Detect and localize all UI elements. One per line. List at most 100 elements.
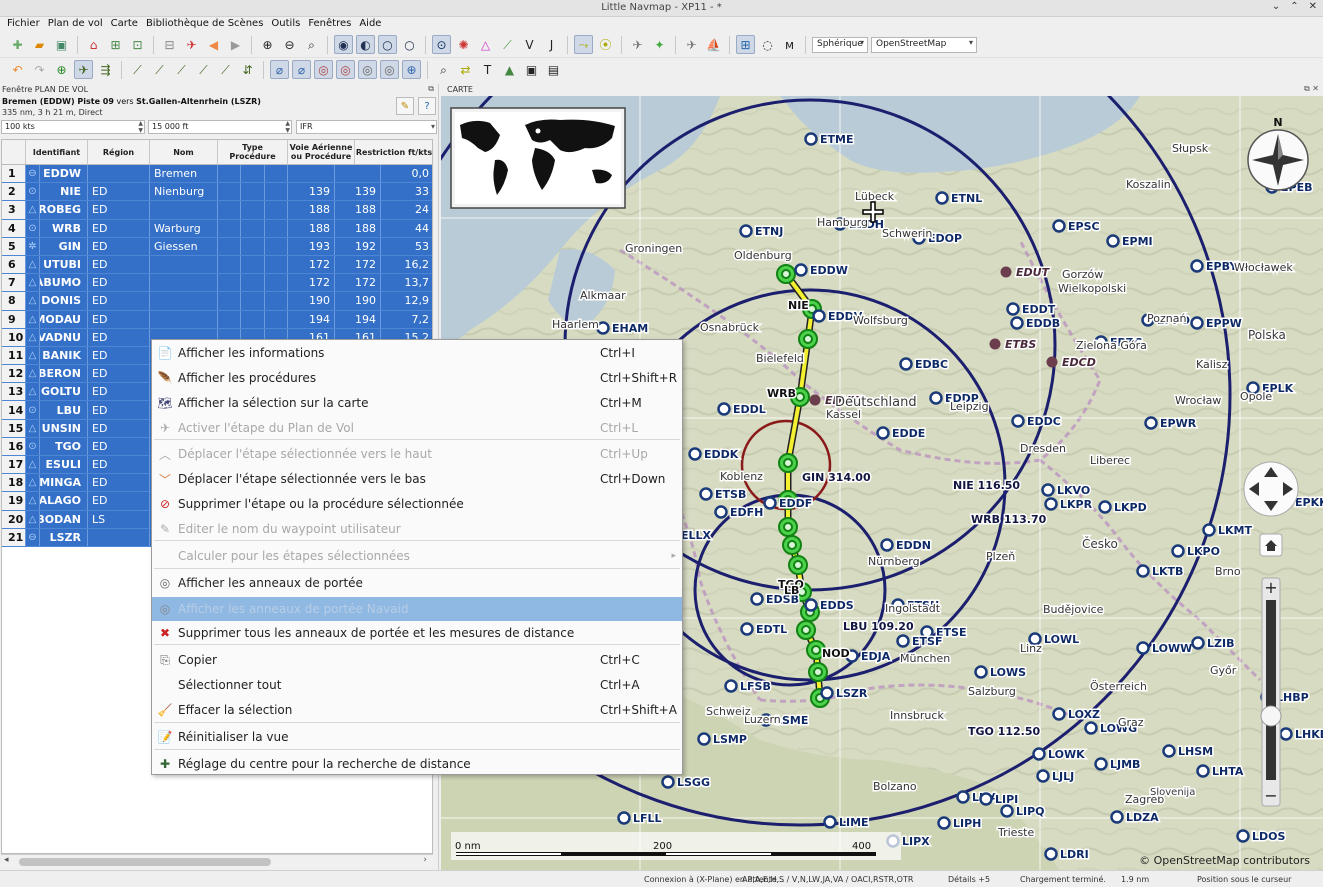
show-terrain-icon[interactable]: ᴍ (780, 35, 799, 54)
airport-label[interactable]: LFLL (632, 811, 664, 827)
airport-label[interactable]: LIPI (994, 792, 1020, 808)
scroll-thumb[interactable] (19, 858, 271, 866)
navaid-label[interactable]: TGO 112.50 (967, 724, 1043, 740)
show-jet-icon[interactable]: △ (476, 35, 495, 54)
airport-label[interactable]: EDDS (819, 598, 856, 614)
menu-fichier[interactable]: Fichier (4, 17, 43, 33)
calc-direct-icon[interactable]: ⟋ (216, 60, 235, 79)
airport-marker[interactable] (937, 816, 951, 830)
scroll-right-icon[interactable]: › (423, 855, 427, 865)
show-j-airways-icon[interactable]: J (542, 35, 561, 54)
maximize-icon[interactable]: ⌃ (1290, 1, 1298, 12)
airport-label[interactable]: LIPX (901, 834, 932, 850)
airport-icon[interactable] (1106, 234, 1120, 248)
horizontal-scrollbar[interactable]: ◂ › (1, 854, 433, 868)
airport-label[interactable]: EPWR (1159, 416, 1199, 432)
airport-icon[interactable] (740, 622, 754, 636)
airport-marker[interactable] (1044, 497, 1058, 511)
airport-label[interactable]: LJMB (1109, 757, 1142, 773)
airport-icon[interactable] (794, 263, 808, 277)
airport-icon[interactable] (820, 686, 834, 700)
airport-marker[interactable] (896, 634, 910, 648)
menu-outils[interactable]: Outils (268, 17, 303, 33)
airport-icon[interactable] (1006, 302, 1020, 316)
airport-marker[interactable] (1136, 641, 1150, 655)
airport-label[interactable]: ETSF (911, 634, 944, 650)
zoom-plan-icon[interactable]: ⊞ (106, 35, 125, 54)
context-menu-item[interactable]: 🗺 Afficher la sélection sur la carte Ctrl+… (152, 391, 682, 415)
airport-label[interactable]: LOWS (989, 665, 1028, 681)
traffic-pattern-icon[interactable]: ◎ (358, 60, 377, 79)
airport-marker[interactable] (714, 505, 728, 519)
airport-icon[interactable] (1202, 523, 1216, 537)
help-icon[interactable]: ? (418, 97, 436, 115)
airport-label[interactable]: LIME (838, 815, 871, 831)
airport-label[interactable]: ETNL (950, 191, 984, 207)
airport-label[interactable]: LKVO (1056, 483, 1092, 499)
airport-label[interactable]: EDDC (1026, 414, 1063, 430)
airport-marker[interactable] (699, 487, 713, 501)
menu-fenetres[interactable]: Fenêtres (305, 17, 354, 33)
airport-marker[interactable] (1000, 804, 1014, 818)
airport-marker[interactable] (956, 790, 970, 804)
airport-label[interactable]: EDOP (927, 231, 964, 247)
airport-marker[interactable] (724, 679, 738, 693)
userpoint-icon[interactable]: ⊕ (402, 60, 421, 79)
forward-icon[interactable]: ▶ (226, 35, 245, 54)
context-menu-item[interactable]: 🧹 Effacer la sélection Ctrl+Shift+A (152, 698, 682, 722)
table-row[interactable]: 1 ⊖ EDDW Bremen 0,0 (2, 165, 432, 184)
airport-label[interactable]: LSZR (835, 686, 870, 702)
context-menu-item[interactable]: ◎ Afficher les anneaux de portée Navaid (152, 597, 682, 621)
airport-label[interactable]: EDDL (732, 402, 768, 418)
airport-label[interactable]: LHKE (1294, 727, 1323, 743)
restricted-airport-icon[interactable] (809, 394, 821, 406)
context-menu-item[interactable]: 📝 Réinitialiser la vue (152, 725, 682, 749)
center-aircraft-icon[interactable]: ⊟ (160, 35, 179, 54)
context-menu-item[interactable]: ⊘ Supprimer l'étape ou la procédure sélec… (152, 492, 682, 516)
airport-label[interactable]: EDDF (778, 496, 814, 512)
airport-marker[interactable] (697, 732, 711, 746)
airport-icon[interactable] (1191, 636, 1205, 650)
airport-label[interactable]: EDTL (755, 622, 789, 638)
airport-marker[interactable] (1052, 219, 1066, 233)
airport-marker[interactable] (1136, 564, 1150, 578)
restricted-airport-icon[interactable] (989, 338, 1001, 350)
profile-panel-icon[interactable]: ▲ (500, 60, 519, 79)
airport-marker[interactable] (1191, 636, 1205, 650)
airport-label[interactable]: LOWL (1043, 632, 1081, 648)
airport-marker[interactable] (1144, 416, 1158, 430)
airport-marker[interactable] (688, 447, 702, 461)
airport-label[interactable]: EDDW (809, 263, 850, 279)
goto-icon[interactable]: ✈ (182, 35, 201, 54)
search-panel-icon[interactable]: ⌕ (434, 60, 453, 79)
airport-marker[interactable] (1052, 707, 1066, 721)
airport-marker[interactable] (935, 191, 949, 205)
airport-icon[interactable] (1044, 847, 1058, 861)
airport-icon[interactable] (1036, 769, 1050, 783)
airport-marker[interactable] (739, 224, 753, 238)
airport-label[interactable]: ETSB (714, 487, 748, 503)
airport-label[interactable]: EHAM (611, 321, 650, 337)
airport-marker[interactable] (1041, 483, 1055, 497)
airport-marker[interactable] (596, 321, 610, 335)
airport-label[interactable]: EDDK (703, 447, 741, 463)
fit-plan-icon[interactable]: ⊡ (128, 35, 147, 54)
navaid-label[interactable]: LBU 109.20 (842, 619, 916, 635)
airport-label[interactable]: ETNJ (754, 224, 785, 240)
header-type-procedure[interactable]: Type Procédure (218, 140, 288, 164)
airport-marker[interactable] (1202, 523, 1216, 537)
calc-vor-icon[interactable]: ⟋ (172, 60, 191, 79)
scroll-left-icon[interactable]: ◂ (4, 855, 9, 865)
menu-aide[interactable]: Aide (356, 17, 384, 33)
airport-marker[interactable] (899, 357, 913, 371)
airport-label[interactable]: LFSB (739, 679, 773, 695)
info-panel-icon[interactable]: T (478, 60, 497, 79)
airport-marker[interactable] (804, 132, 818, 146)
airport-icon[interactable] (1196, 764, 1210, 778)
airport-icon[interactable] (724, 679, 738, 693)
airport-label[interactable]: LOXZ (1067, 707, 1102, 723)
airport-label[interactable]: LKPD (1113, 500, 1149, 516)
header-nom[interactable]: Nom (150, 140, 218, 164)
table-row[interactable]: 8 △ DONIS ED 190 190 12,9 (2, 292, 432, 311)
show-victor-icon[interactable]: ✺ (454, 35, 473, 54)
